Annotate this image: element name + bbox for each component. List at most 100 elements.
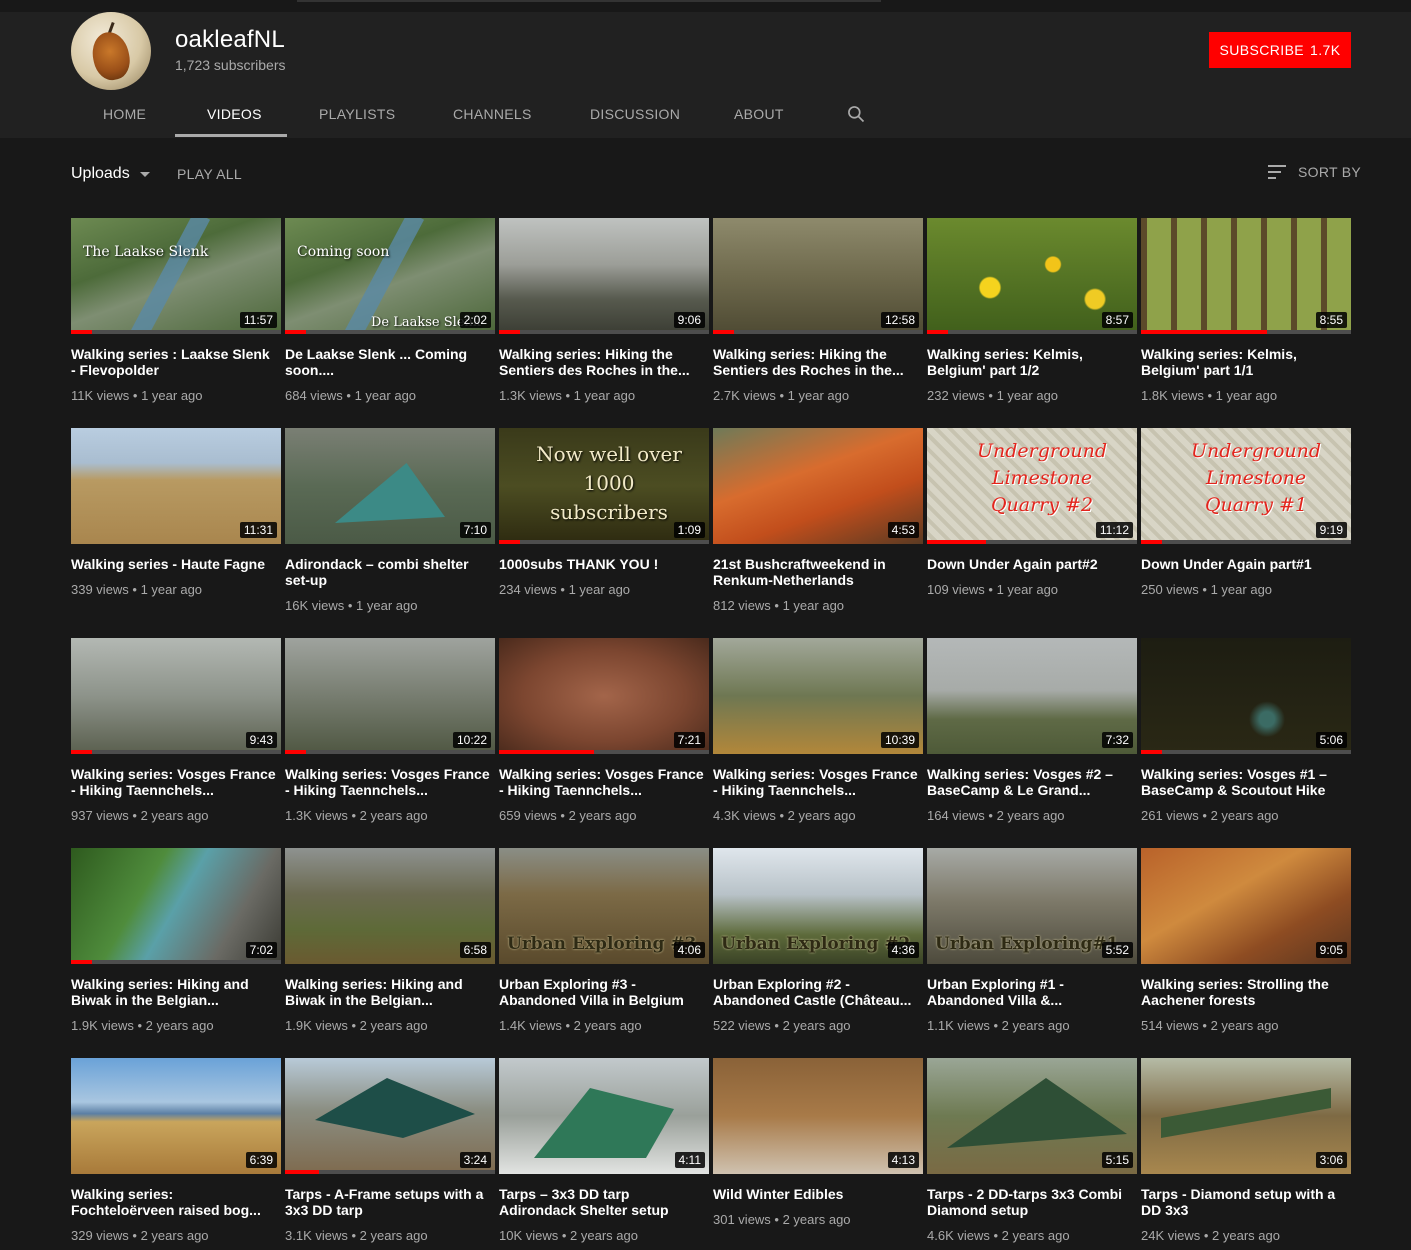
search-icon[interactable]: [846, 104, 866, 124]
video-thumbnail[interactable]: 6:39: [71, 1058, 281, 1174]
video-title[interactable]: 1000subs THANK YOU !: [499, 556, 705, 572]
video-thumbnail[interactable]: 6:58: [285, 848, 495, 964]
video-duration: 5:06: [1315, 732, 1347, 748]
video-thumbnail[interactable]: The Laakse Slenk 11:57: [71, 218, 281, 334]
video-title[interactable]: Walking series: Vosges France - Hiking T…: [71, 766, 277, 798]
watch-progress-bar: [499, 750, 594, 754]
video-title[interactable]: Urban Exploring #2 - Abandoned Castle (C…: [713, 976, 919, 1008]
video-title[interactable]: Walking series: Strolling the Aachener f…: [1141, 976, 1347, 1008]
video-title[interactable]: Urban Exploring #3 - Abandoned Villa in …: [499, 976, 705, 1008]
uploads-dropdown[interactable]: Uploads: [71, 165, 150, 183]
video-metadata: 4.3K views • 2 years ago: [713, 808, 923, 823]
sort-by-button[interactable]: SORT BY: [1268, 164, 1361, 180]
video-thumbnail[interactable]: 7:02: [71, 848, 281, 964]
separator-dot: •: [344, 598, 357, 613]
video-duration: 7:32: [1101, 732, 1133, 748]
video-metadata: 234 views • 1 year ago: [499, 582, 709, 597]
video-title[interactable]: Walking series: Hiking and Biwak in the …: [285, 976, 491, 1008]
subscribe-button[interactable]: SUBSCRIBE 1.7K: [1209, 32, 1351, 68]
video-title[interactable]: Walking series: Fochteloërveen raised bo…: [71, 1186, 277, 1218]
watch-progress-track: [499, 330, 709, 334]
video-thumbnail[interactable]: 12:58: [713, 218, 923, 334]
video-thumbnail[interactable]: 11:31: [71, 428, 281, 544]
video-thumbnail[interactable]: 3:06: [1141, 1058, 1351, 1174]
separator-dot: •: [984, 582, 997, 597]
video-thumbnail[interactable]: 7:32: [927, 638, 1137, 754]
sort-by-label: SORT BY: [1298, 164, 1362, 180]
channel-avatar[interactable]: [71, 12, 151, 90]
video-title[interactable]: Walking series: Vosges #2 – BaseCamp & L…: [927, 766, 1133, 798]
video-title[interactable]: De Laakse Slenk ... Coming soon....: [285, 346, 491, 378]
video-title[interactable]: Walking series: Kelmis, Belgium' part 1/…: [1141, 346, 1347, 378]
video-thumbnail[interactable]: 7:10: [285, 428, 495, 544]
watch-progress-track: [713, 1170, 923, 1174]
video-duration: 7:02: [245, 942, 277, 958]
upload-age: 1 year ago: [787, 388, 850, 403]
tab-about[interactable]: ABOUT: [734, 106, 784, 122]
video-duration: 8:57: [1101, 312, 1133, 328]
separator-dot: •: [561, 1018, 574, 1033]
play-all-button[interactable]: PLAY ALL: [177, 166, 242, 182]
video-duration: 11:12: [1095, 522, 1133, 538]
video-title[interactable]: Walking series: Vosges France - Hiking T…: [285, 766, 491, 798]
video-title[interactable]: Walking series: Hiking the Sentiers des …: [499, 346, 705, 378]
video-title[interactable]: Walking series: Hiking and Biwak in the …: [71, 976, 277, 1008]
video-thumbnail[interactable]: 3:24: [285, 1058, 495, 1174]
video-title[interactable]: Walking series: Vosges #1 – BaseCamp & S…: [1141, 766, 1347, 798]
video-title[interactable]: Tarps - 2 DD-tarps 3x3 Combi Diamond set…: [927, 1186, 1133, 1218]
video-thumbnail[interactable]: 5:06: [1141, 638, 1351, 754]
video-title[interactable]: Walking series: Vosges France - Hiking T…: [499, 766, 705, 798]
video-thumbnail[interactable]: 5:15: [927, 1058, 1137, 1174]
watch-progress-track: [499, 1170, 709, 1174]
video-title[interactable]: Walking series : Laakse Slenk - Flevopol…: [71, 346, 277, 378]
video-duration: 9:43: [245, 732, 277, 748]
video-thumbnail[interactable]: 8:55: [1141, 218, 1351, 334]
video-title[interactable]: 21st Bushcraftweekend in Renkum-Netherla…: [713, 556, 919, 588]
video-metadata: 1.9K views • 2 years ago: [285, 1018, 495, 1033]
video-thumbnail[interactable]: 4:53: [713, 428, 923, 544]
video-title[interactable]: Walking series: Hiking the Sentiers des …: [713, 346, 919, 378]
tab-channels[interactable]: CHANNELS: [453, 106, 532, 122]
video-thumbnail[interactable]: Urban Exploring #3 4:06: [499, 848, 709, 964]
video-title[interactable]: Walking series - Haute Fagne: [71, 556, 277, 572]
video-title[interactable]: Tarps - Diamond setup with a DD 3x3: [1141, 1186, 1347, 1218]
video-thumbnail[interactable]: Now well over 1000 subscribers 1:09: [499, 428, 709, 544]
upload-age: 2 years ago: [359, 1228, 428, 1243]
upload-age: 2 years ago: [996, 808, 1065, 823]
video-title[interactable]: Walking series: Kelmis, Belgium' part 1/…: [927, 346, 1133, 378]
video-thumbnail[interactable]: Urban Exploring #2 4:36: [713, 848, 923, 964]
video-thumbnail[interactable]: Coming soon De Laakse Slenk 2:02: [285, 218, 495, 334]
video-thumbnail[interactable]: Urban Exploring#1 5:52: [927, 848, 1137, 964]
video-title[interactable]: Down Under Again part#1: [1141, 556, 1347, 572]
tab-home[interactable]: HOME: [103, 106, 146, 122]
video-thumbnail[interactable]: 8:57: [927, 218, 1137, 334]
video-metadata: 16K views • 1 year ago: [285, 598, 495, 613]
video-title[interactable]: Tarps – 3x3 DD tarp Adirondack Shelter s…: [499, 1186, 705, 1218]
thumbnail-overlay-text: Urban Exploring #3: [507, 934, 697, 954]
tab-discussion[interactable]: DISCUSSION: [590, 106, 680, 122]
separator-dot: •: [984, 388, 997, 403]
video-thumbnail[interactable]: 4:13: [713, 1058, 923, 1174]
video-duration: 1:09: [673, 522, 705, 538]
video-title[interactable]: Wild Winter Edibles: [713, 1186, 919, 1202]
video-title[interactable]: Urban Exploring #1 - Abandoned Villa &..…: [927, 976, 1133, 1008]
video-thumbnail[interactable]: 7:21: [499, 638, 709, 754]
watch-progress-bar: [927, 330, 948, 334]
video-thumbnail[interactable]: 9:06: [499, 218, 709, 334]
video-thumbnail[interactable]: Underground Limestone Quarry #1 9:19: [1141, 428, 1351, 544]
video-thumbnail[interactable]: 4:11: [499, 1058, 709, 1174]
video-title[interactable]: Adirondack – combi shelter set-up: [285, 556, 491, 588]
video-metadata: 684 views • 1 year ago: [285, 388, 495, 403]
tab-videos[interactable]: VIDEOS: [207, 106, 262, 122]
tab-playlists[interactable]: PLAYLISTS: [319, 106, 395, 122]
video-thumbnail[interactable]: 10:39: [713, 638, 923, 754]
video-thumbnail[interactable]: Underground Limestone Quarry #2 11:12: [927, 428, 1137, 544]
video-title[interactable]: Tarps - A-Frame setups with a 3x3 DD tar…: [285, 1186, 491, 1218]
video-thumbnail[interactable]: 9:05: [1141, 848, 1351, 964]
video-title[interactable]: Down Under Again part#2: [927, 556, 1133, 572]
video-thumbnail[interactable]: 10:22: [285, 638, 495, 754]
video-title[interactable]: Walking series: Vosges France - Hiking T…: [713, 766, 919, 798]
uploads-label: Uploads: [71, 165, 130, 182]
video-thumbnail[interactable]: 9:43: [71, 638, 281, 754]
watch-progress-track: [499, 540, 709, 544]
